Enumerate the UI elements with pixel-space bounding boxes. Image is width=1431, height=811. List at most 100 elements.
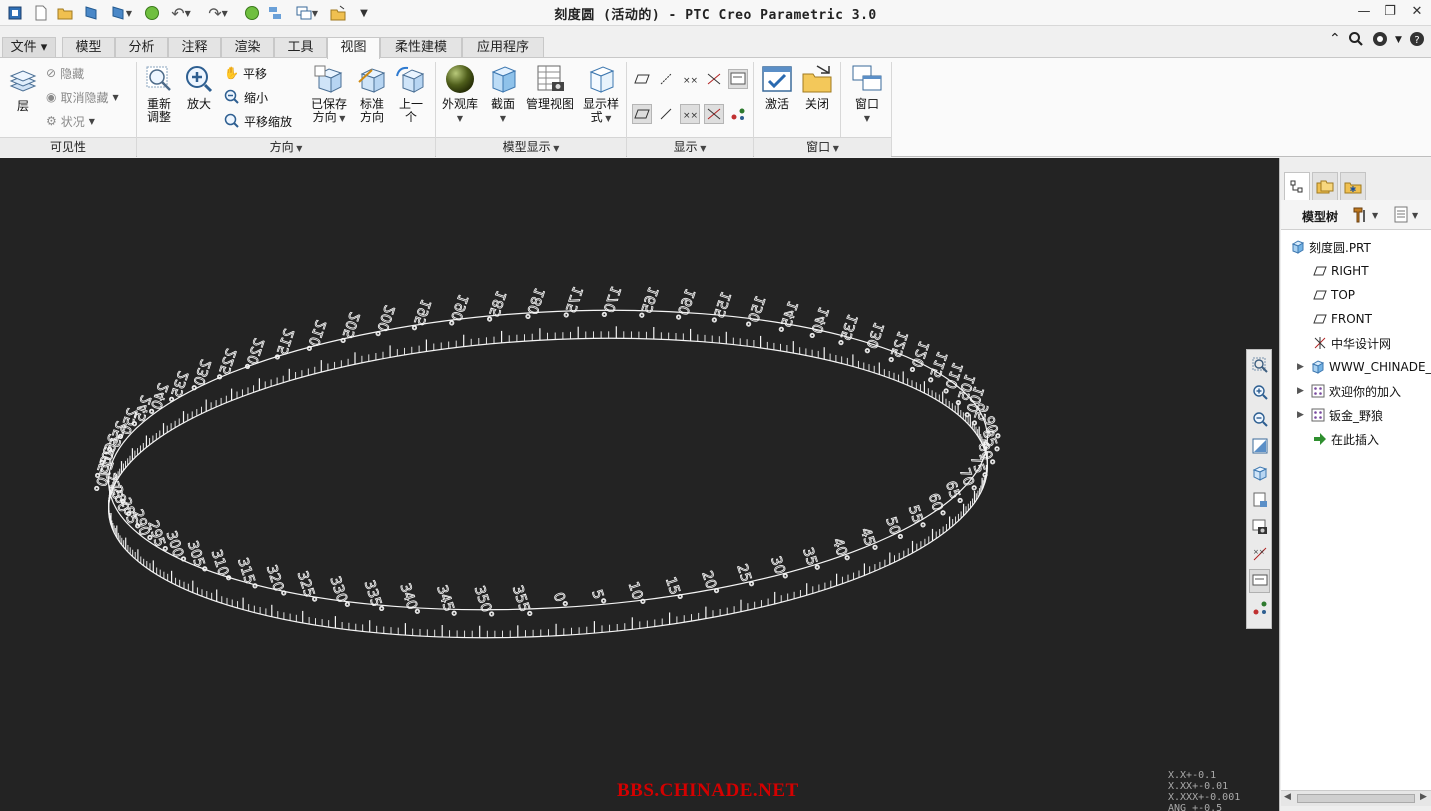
datum-display-tool[interactable]: ×× (1249, 542, 1270, 566)
windows-dropdown[interactable]: ▼ (291, 3, 323, 23)
tree-node-top[interactable]: TOP (1313, 285, 1355, 305)
annotation-display-tool[interactable] (1249, 569, 1270, 593)
regenerate-all-icon[interactable] (243, 3, 261, 23)
windows-button[interactable]: 窗口 ▼ (848, 64, 886, 125)
help-icon[interactable] (1372, 31, 1390, 51)
app-icon[interactable] (6, 3, 24, 23)
show-dropdown[interactable]: ▼ (1393, 205, 1427, 225)
redo-button[interactable]: ↷ ▼ (203, 3, 233, 23)
tab-model[interactable]: 模型 (62, 37, 115, 58)
search-icon[interactable] (1348, 31, 1364, 51)
refit-button[interactable]: 重新 调整 (142, 64, 176, 124)
regenerate-icon[interactable] (143, 3, 161, 23)
point-tag-toggle[interactable]: ×× (680, 104, 700, 124)
help-dropdown[interactable]: ▼ (1395, 35, 1402, 45)
layer-button[interactable]: 层 (6, 68, 40, 113)
expand-arrow-icon[interactable]: ▶ (1297, 386, 1307, 396)
tree-node-csys[interactable]: 中华设计网 (1313, 333, 1391, 353)
unhide-button[interactable]: ◉ 取消隐藏 ▼ (46, 87, 119, 107)
scroll-left-icon[interactable]: ◀ (1284, 792, 1291, 802)
favorites-tab[interactable]: ✱ (1340, 172, 1366, 200)
saved-orientation-tool[interactable] (1249, 461, 1270, 485)
display-style-button[interactable]: 显示样 式 ▼ (580, 64, 622, 125)
dial-degree-label: 150° (744, 294, 770, 331)
close-button-ribbon[interactable]: 关闭 (800, 64, 834, 111)
spin-center-tool[interactable] (1249, 596, 1270, 620)
restore-button[interactable]: ❐ (1377, 2, 1403, 22)
model-tree-tab[interactable] (1284, 172, 1310, 201)
minimize-button[interactable]: — (1351, 2, 1377, 22)
save-as-dropdown[interactable]: ▼ (106, 3, 136, 23)
repaint-tool[interactable] (1249, 434, 1270, 458)
tab-annotate[interactable]: 注释 (168, 37, 221, 58)
tree-node-pattern-1[interactable]: ▶ 欢迎你的加入 (1297, 381, 1401, 401)
tab-analysis[interactable]: 分析 (115, 37, 168, 58)
horizontal-scrollbar[interactable]: ◀ ▶ (1281, 790, 1431, 806)
refit-tool[interactable] (1249, 353, 1270, 377)
tree-node-part[interactable]: 刻度圆.PRT (1291, 237, 1371, 257)
standard-orientation-button[interactable]: 标准 方向 (354, 64, 390, 124)
plane-tag-icon (634, 109, 650, 119)
saved-orientations-button[interactable]: 已保存 方向 ▼ (308, 64, 350, 125)
scroll-thumb[interactable] (1297, 794, 1415, 803)
tolerance-table: X.X+-0.1 X.XX+-0.01 X.XXX+-0.001 ANG +-0… (1168, 770, 1240, 811)
group-label-orientation[interactable]: 方向 ▼ (137, 137, 435, 157)
group-label-model-display[interactable]: 模型显示 ▼ (436, 137, 626, 157)
appearance-gallery-button[interactable]: 外观库 ▼ (440, 64, 480, 125)
tab-render[interactable]: 渲染 (221, 37, 274, 58)
undo-button[interactable]: ↶ ▼ (166, 3, 196, 23)
axis-display-toggle[interactable] (656, 69, 676, 89)
activate-button[interactable]: 激活 (760, 64, 794, 111)
close-window-icon[interactable] (329, 3, 347, 23)
settings-dropdown[interactable]: ▼ (1351, 205, 1381, 225)
tree-node-front[interactable]: FRONT (1313, 309, 1372, 329)
view-manager-tool[interactable] (1249, 488, 1270, 512)
expand-arrow-icon[interactable]: ▶ (1297, 362, 1307, 372)
pan-button[interactable]: ✋ 平移 (224, 63, 267, 83)
spin-center-toggle[interactable] (728, 104, 748, 124)
zoom-in-tool[interactable] (1249, 380, 1270, 404)
view-manager-button[interactable]: 管理视图 (524, 64, 576, 111)
pan-zoom-button[interactable]: 平移缩放 (224, 111, 292, 131)
folder-browser-tab[interactable] (1312, 172, 1338, 200)
open-folder-icon[interactable] (56, 3, 74, 23)
annotation-display-toggle[interactable] (728, 69, 748, 89)
group-label-window[interactable]: 窗口 ▼ (754, 137, 891, 157)
help-question-icon[interactable]: ? (1409, 31, 1425, 51)
plane-tag-toggle[interactable] (632, 104, 652, 124)
point-display-toggle[interactable]: ×× (680, 69, 700, 89)
tab-tools[interactable]: 工具 (274, 37, 327, 58)
tab-file[interactable]: 文件 ▾ (2, 37, 56, 58)
status-button[interactable]: ⚙ 状况 ▼ (46, 111, 95, 131)
tree-node-insert-here[interactable]: 在此插入 (1313, 429, 1379, 449)
customize-toolbar-dropdown[interactable]: ▼ (355, 3, 373, 23)
group-label-show[interactable]: 显示 ▼ (627, 137, 753, 157)
zoom-out-tool[interactable] (1249, 407, 1270, 431)
tree-node-extrude[interactable]: ▶ WWW_CHINADE_ (1297, 357, 1431, 377)
expand-arrow-icon[interactable]: ▶ (1297, 410, 1307, 420)
csys-tag-toggle[interactable] (704, 104, 724, 124)
csys-display-toggle[interactable] (704, 69, 724, 89)
tab-view[interactable]: 视图 (327, 37, 380, 59)
tree-node-pattern-2[interactable]: ▶ 钣金_野狼 (1297, 405, 1383, 425)
zoom-out-button[interactable]: 缩小 (224, 87, 268, 107)
hide-button[interactable]: ⊘ 隐藏 (46, 63, 84, 83)
previous-view-button[interactable]: 上一 个 (394, 64, 428, 124)
collapse-ribbon-icon[interactable]: ⌃ (1329, 31, 1341, 47)
new-file-icon[interactable] (32, 3, 50, 23)
zoom-in-button[interactable]: 放大 (182, 64, 216, 111)
plane-display-toggle[interactable] (632, 69, 652, 89)
chevron-down-icon: ▼ (184, 8, 191, 18)
tree-node-right[interactable]: RIGHT (1313, 261, 1369, 281)
tab-applications[interactable]: 应用程序 (462, 37, 544, 58)
undo-icon: ↶ (171, 3, 185, 23)
close-button[interactable]: ✕ (1404, 2, 1430, 22)
display-style-tool[interactable] (1249, 515, 1270, 539)
tab-flexible-modeling[interactable]: 柔性建模 (380, 37, 462, 58)
axis-tag-toggle[interactable] (656, 104, 676, 124)
graphics-viewport[interactable]: 0° 5° 10° 15° 20° 25° 30° 35° 40° 45° 50° 55° 60° 65°… (0, 158, 1279, 811)
save-icon[interactable] (81, 3, 101, 23)
scroll-right-icon[interactable]: ▶ (1420, 792, 1427, 802)
switch-window-icon[interactable] (266, 3, 284, 23)
section-button[interactable]: 截面 ▼ (486, 64, 520, 125)
